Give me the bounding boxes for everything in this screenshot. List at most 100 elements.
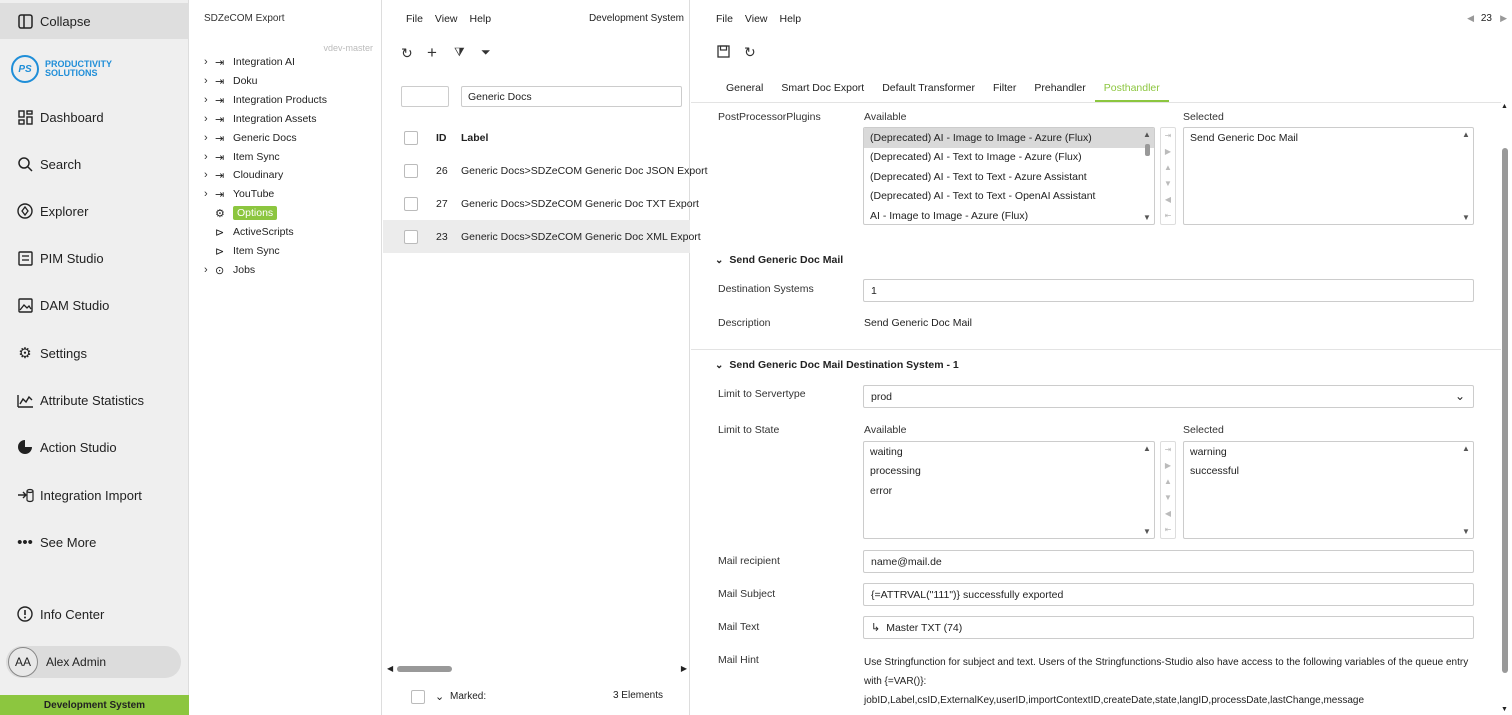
save-icon[interactable] (717, 45, 730, 61)
move-all-left-icon[interactable]: ⇤ (1165, 208, 1172, 224)
list-item[interactable]: waiting (864, 442, 1154, 462)
tree-node-doku[interactable]: › ⇥ Doku (204, 72, 258, 90)
scroll-down-icon[interactable]: ▼ (1143, 213, 1151, 222)
tree-node-activescripts[interactable]: ⊳ ActiveScripts (204, 223, 294, 241)
scroll-down-icon[interactable]: ▼ (1462, 213, 1470, 222)
scroll-up-icon[interactable]: ▲ (1501, 103, 1508, 110)
list-scrollbar[interactable]: ▲ ▼ (1462, 130, 1471, 222)
chevron-down-icon[interactable]: ⌄ (1455, 389, 1465, 403)
scroll-left-icon[interactable]: ◀ (387, 664, 393, 673)
tab-filter[interactable]: Filter (984, 80, 1025, 102)
tree-node-jobs[interactable]: › ⊙ Jobs (204, 261, 255, 279)
move-up-icon[interactable]: ▲ (1164, 474, 1172, 490)
chevron-right-icon[interactable]: › (204, 169, 215, 181)
mail-text-field[interactable]: ↳ Master TXT (74) (863, 616, 1474, 639)
move-down-icon[interactable]: ▼ (1164, 176, 1172, 192)
list-scrollbar[interactable]: ▲ ▼ (1143, 130, 1152, 222)
menu-view[interactable]: View (745, 13, 768, 25)
nav-see-more[interactable]: ••• See More (0, 524, 189, 560)
chevron-right-icon[interactable]: › (204, 56, 215, 68)
chevron-down-icon[interactable]: ⌄ (435, 690, 444, 703)
row-checkbox[interactable] (404, 196, 418, 211)
move-all-right-icon[interactable]: ⇥ (1165, 442, 1172, 458)
move-right-icon[interactable]: ▶ (1165, 458, 1171, 474)
tab-prehandler[interactable]: Prehandler (1025, 80, 1094, 102)
tab-smart-doc-export[interactable]: Smart Doc Export (772, 80, 873, 102)
user-profile-button[interactable]: AA Alex Admin (6, 646, 181, 678)
detail-vertical-scrollbar[interactable]: ▲ ▼ (1500, 103, 1510, 713)
id-filter-input[interactable] (401, 86, 449, 107)
tab-posthandler[interactable]: Posthandler (1094, 80, 1169, 102)
column-label[interactable]: Label (461, 132, 488, 144)
tree-node-cloudinary[interactable]: › ⇥ Cloudinary (204, 166, 283, 184)
list-item[interactable]: processing (864, 462, 1154, 482)
ppp-available-list[interactable]: (Deprecated) AI - Image to Image - Azure… (863, 127, 1155, 225)
menu-view[interactable]: View (435, 13, 458, 25)
nav-dashboard[interactable]: Dashboard (0, 99, 189, 135)
move-all-right-icon[interactable]: ⇥ (1165, 128, 1172, 144)
select-all-checkbox[interactable] (404, 130, 418, 145)
list-item[interactable]: Send Generic Doc Mail (1184, 128, 1473, 148)
tree-node-item-sync-script[interactable]: ⊳ Item Sync (204, 242, 280, 260)
add-icon[interactable]: + (427, 43, 437, 63)
collapse-button[interactable]: Collapse (0, 3, 189, 39)
row-checkbox[interactable] (404, 229, 418, 244)
tree-node-integration-ai[interactable]: › ⇥ Integration AI (204, 53, 295, 71)
move-all-left-icon[interactable]: ⇤ (1165, 522, 1172, 538)
nav-action-studio[interactable]: Action Studio (0, 429, 189, 465)
section-send-generic-doc-mail[interactable]: ⌄ Send Generic Doc Mail (715, 254, 843, 266)
scroll-down-icon[interactable]: ▼ (1462, 527, 1470, 536)
next-record-icon[interactable]: ▶ (1500, 13, 1507, 24)
menu-file[interactable]: File (406, 13, 423, 25)
state-selected-list[interactable]: warning successful ▲ ▼ (1183, 441, 1474, 539)
chevron-right-icon[interactable]: › (204, 75, 215, 87)
list-item[interactable]: successful (1184, 462, 1473, 482)
chevron-right-icon[interactable]: › (204, 151, 215, 163)
tree-node-youtube[interactable]: › ⇥ YouTube (204, 185, 274, 203)
ppp-selected-list[interactable]: Send Generic Doc Mail ▲ ▼ (1183, 127, 1474, 225)
move-left-icon[interactable]: ◀ (1165, 192, 1171, 208)
scroll-down-icon[interactable]: ▼ (1501, 706, 1508, 713)
state-available-list[interactable]: waiting processing error ▲ ▼ (863, 441, 1155, 539)
chevron-right-icon[interactable]: › (204, 264, 215, 276)
list-item[interactable]: (Deprecated) AI - Image to Image - Azure… (864, 128, 1154, 148)
servertype-select[interactable]: prod ⌄ (863, 385, 1474, 408)
nav-search[interactable]: Search (0, 146, 189, 182)
list-item[interactable]: (Deprecated) AI - Text to Text - OpenAI … (864, 187, 1154, 207)
chevron-right-icon[interactable]: › (204, 132, 215, 144)
destination-systems-field[interactable]: 1 (863, 279, 1474, 302)
filter-icon[interactable]: ⏷ (481, 45, 491, 60)
tab-default-transformer[interactable]: Default Transformer (873, 80, 984, 102)
list-item[interactable]: warning (1184, 442, 1473, 462)
tree-node-generic-docs[interactable]: › ⇥ Generic Docs (204, 129, 297, 147)
nav-dam-studio[interactable]: DAM Studio (0, 287, 189, 323)
nav-pim-studio[interactable]: PIM Studio (0, 240, 189, 276)
scroll-right-icon[interactable]: ▶ (681, 664, 687, 673)
menu-help[interactable]: Help (780, 13, 802, 25)
list-item[interactable]: (Deprecated) AI - Text to Text - Azure A… (864, 167, 1154, 187)
chevron-right-icon[interactable]: › (204, 94, 215, 106)
nav-explorer[interactable]: Explorer (0, 193, 189, 229)
scroll-thumb[interactable] (1502, 148, 1508, 673)
nav-settings[interactable]: ⚙ Settings (0, 335, 189, 371)
table-row[interactable]: 26 Generic Docs>SDZeCOM Generic Doc JSON… (383, 154, 708, 187)
table-row-selected[interactable]: 23 Generic Docs>SDZeCOM Generic Doc XML … (383, 220, 701, 253)
scroll-up-icon[interactable]: ▲ (1143, 444, 1151, 453)
previous-record-icon[interactable]: ◀ (1467, 13, 1474, 24)
tab-general[interactable]: General (717, 80, 772, 102)
marked-checkbox[interactable] (411, 690, 425, 704)
menu-file[interactable]: File (716, 13, 733, 25)
section-destination-system[interactable]: ⌄ Send Generic Doc Mail Destination Syste… (715, 359, 959, 371)
scroll-up-icon[interactable]: ▲ (1462, 130, 1470, 139)
scroll-down-icon[interactable]: ▼ (1143, 527, 1151, 536)
row-checkbox[interactable] (404, 163, 418, 178)
nav-info-center[interactable]: Info Center (0, 596, 189, 632)
tree-node-item-sync[interactable]: › ⇥ Item Sync (204, 148, 280, 166)
filter-clear-icon[interactable]: ⧩ (454, 45, 465, 60)
scroll-thumb[interactable] (1145, 144, 1150, 156)
reload-icon[interactable]: ↻ (744, 44, 756, 61)
list-scrollbar[interactable]: ▲ ▼ (1462, 444, 1471, 536)
move-down-icon[interactable]: ▼ (1164, 490, 1172, 506)
scroll-up-icon[interactable]: ▲ (1143, 130, 1151, 139)
horizontal-scrollbar[interactable]: ◀ ▶ (387, 664, 687, 674)
